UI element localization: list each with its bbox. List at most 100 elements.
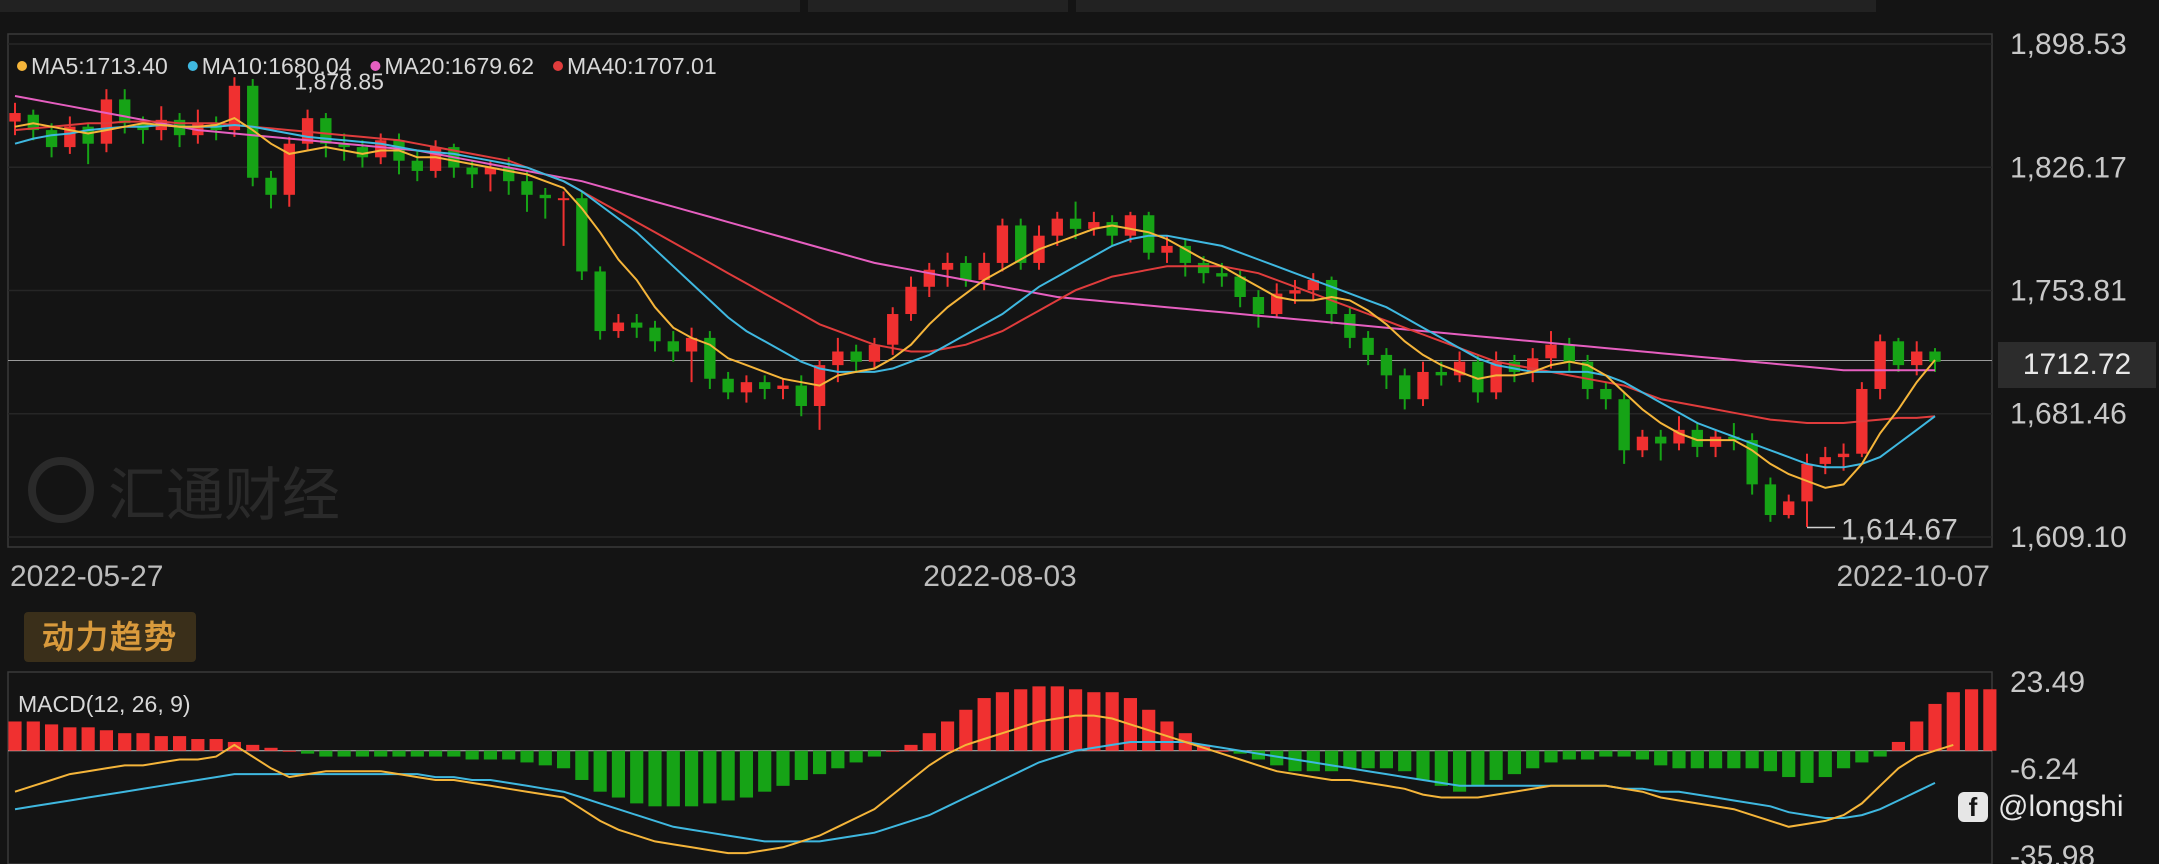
macd-bar bbox=[1964, 689, 1979, 751]
candle-body bbox=[1362, 337, 1374, 355]
candle-body bbox=[1563, 344, 1575, 362]
macd-bar bbox=[630, 750, 644, 804]
macd-bar bbox=[392, 750, 406, 757]
macd-bar bbox=[118, 733, 132, 751]
macd-tick-label: 23.49 bbox=[2010, 666, 2085, 699]
macd-bar bbox=[1782, 750, 1796, 778]
macd-bar bbox=[227, 741, 242, 751]
candle-body bbox=[1783, 501, 1795, 516]
candle-body bbox=[1161, 245, 1173, 253]
candle-body bbox=[1417, 371, 1429, 400]
macd-bar bbox=[867, 750, 882, 757]
macd-bar bbox=[776, 750, 790, 786]
last-price-badge: 1712.72 bbox=[1998, 342, 2156, 388]
macd-bar bbox=[1343, 750, 1357, 769]
macd-bar bbox=[904, 744, 918, 751]
macd-bar bbox=[1855, 750, 1869, 763]
macd-bar bbox=[831, 750, 845, 769]
candle-body bbox=[247, 85, 259, 178]
candle-body bbox=[667, 341, 679, 352]
macd-bar bbox=[520, 750, 534, 763]
macd-bar bbox=[1526, 750, 1540, 769]
macd-bar bbox=[465, 750, 479, 760]
legend-item: MA10:1680.04 bbox=[202, 53, 352, 79]
candle-body bbox=[557, 198, 570, 201]
candle-body bbox=[887, 314, 899, 345]
macd-bar bbox=[355, 750, 370, 757]
candle-body bbox=[411, 160, 423, 171]
candle-body bbox=[1892, 341, 1905, 366]
stock-chart[interactable]: 1,898.53 1,826.17 1,753.81 1,681.46 1,609.10… bbox=[0, 0, 2159, 864]
macd-bar bbox=[26, 721, 40, 751]
candle-body bbox=[539, 194, 551, 199]
candle-body bbox=[119, 99, 131, 124]
legend-item: MA5:1713.40 bbox=[31, 53, 168, 79]
macd-bar bbox=[977, 698, 991, 751]
candle-body bbox=[1600, 388, 1612, 400]
candle-body bbox=[1874, 341, 1886, 389]
macd-bar bbox=[1983, 689, 1997, 751]
candle-body bbox=[1837, 453, 1850, 458]
price-annotations: 1,878.851,614.67 bbox=[294, 69, 1957, 547]
macd-bar bbox=[246, 744, 260, 751]
candle-body bbox=[612, 322, 625, 332]
macd-bar bbox=[556, 750, 571, 769]
macd-bar bbox=[940, 721, 955, 751]
macd-bar bbox=[191, 739, 205, 751]
candle-body bbox=[1709, 436, 1722, 447]
candle-body bbox=[1746, 440, 1758, 485]
legend-dot bbox=[553, 61, 563, 71]
macd-bar bbox=[1800, 750, 1814, 783]
candle-body bbox=[45, 130, 58, 148]
macd-bar bbox=[1836, 750, 1851, 769]
candle-body bbox=[868, 344, 881, 362]
macd-bar bbox=[538, 750, 552, 766]
candle-body bbox=[1252, 296, 1265, 315]
macd-histogram bbox=[8, 686, 1997, 807]
macd-bar bbox=[611, 750, 626, 798]
ma5-line bbox=[14, 116, 1936, 489]
macd-bar bbox=[721, 750, 735, 801]
candle-body bbox=[960, 262, 972, 280]
macd-bar bbox=[1599, 750, 1613, 757]
legend-item: MA40:1707.01 bbox=[567, 53, 717, 79]
candle-body bbox=[795, 385, 807, 407]
macd-bar bbox=[1416, 750, 1430, 780]
candle-body bbox=[1051, 218, 1063, 236]
macd-bar bbox=[849, 750, 863, 763]
candle-body bbox=[1636, 436, 1649, 451]
candle-body bbox=[1819, 457, 1831, 464]
macd-bar bbox=[1032, 686, 1046, 751]
macd-bar bbox=[319, 750, 333, 757]
candle-body bbox=[759, 382, 771, 389]
macd-bar bbox=[502, 750, 516, 760]
macd-bar bbox=[1361, 750, 1375, 769]
macd-bar bbox=[99, 730, 114, 751]
candle-body bbox=[1399, 375, 1411, 400]
low-price-label: 1,614.67 bbox=[1841, 514, 1958, 547]
macd-tick-label: -6.24 bbox=[2010, 753, 2078, 786]
macd-bar bbox=[1507, 750, 1522, 775]
candle-body bbox=[1216, 273, 1228, 277]
macd-bar bbox=[1489, 750, 1503, 780]
macd-bar bbox=[739, 750, 754, 798]
macd-label: MACD(12, 26, 9) bbox=[18, 691, 191, 717]
macd-bar bbox=[575, 750, 589, 780]
macd-bar bbox=[428, 750, 443, 757]
macd-bar bbox=[374, 750, 388, 757]
price-tick-label: 1,609.10 bbox=[2010, 521, 2127, 554]
candlestick-series bbox=[9, 77, 1941, 527]
macd-bar bbox=[282, 750, 296, 752]
legend-item: MA20:1679.62 bbox=[384, 53, 534, 79]
macd-bar bbox=[447, 750, 461, 757]
candle-body bbox=[1618, 399, 1630, 451]
candle-body bbox=[594, 271, 606, 332]
macd-bar bbox=[666, 750, 680, 807]
candle-body bbox=[722, 378, 734, 393]
facebook-icon: f bbox=[1958, 792, 1988, 822]
candle-body bbox=[521, 181, 533, 195]
macd-bar bbox=[1946, 692, 1960, 751]
momentum-trend-tab[interactable]: 动力趋势 bbox=[24, 612, 196, 662]
macd-bar bbox=[1635, 750, 1650, 760]
price-grid bbox=[7, 33, 1993, 548]
